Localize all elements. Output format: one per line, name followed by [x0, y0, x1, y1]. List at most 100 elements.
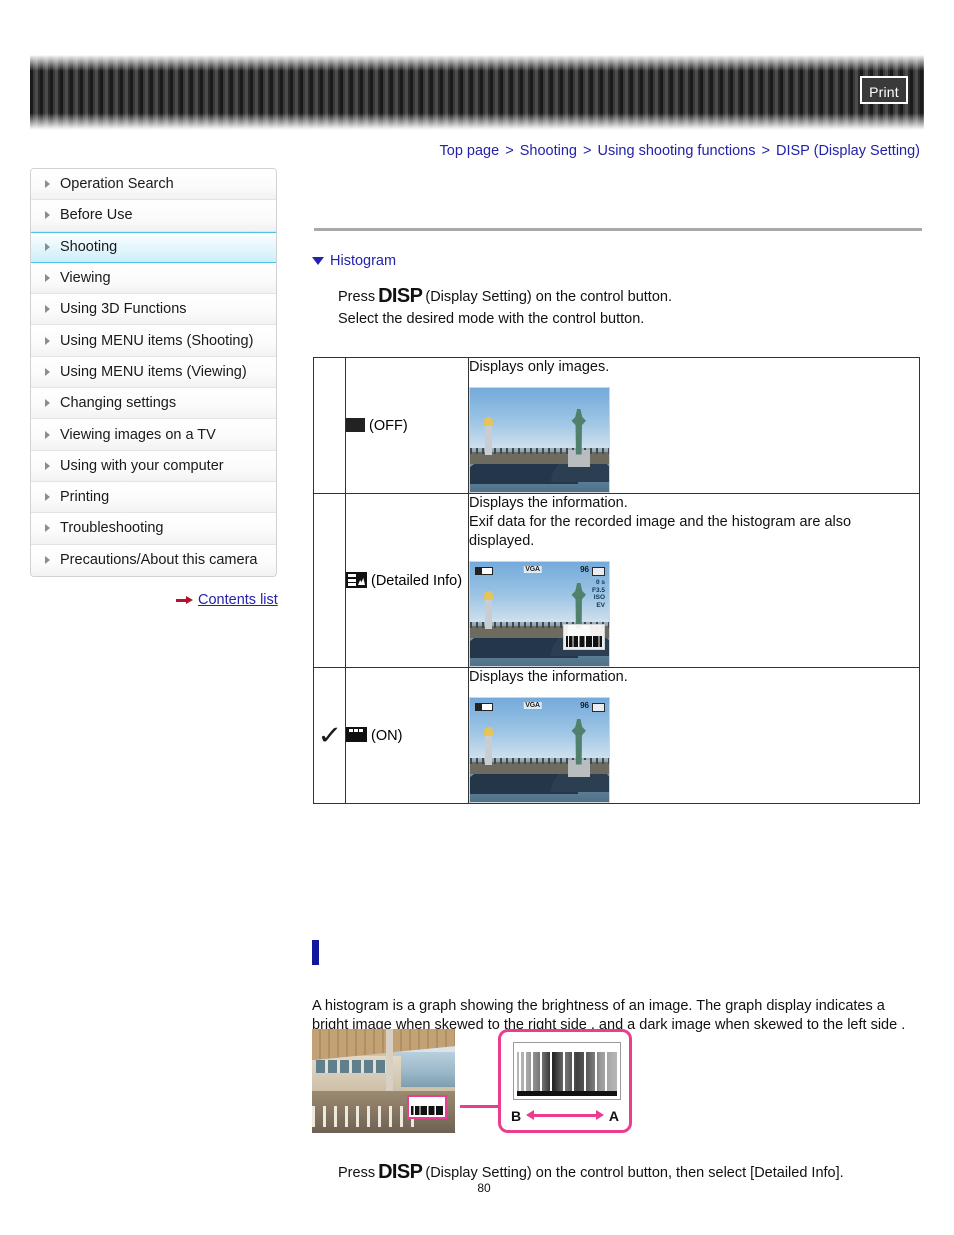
histogram-thumbnail	[407, 1095, 447, 1119]
chevron-right-icon	[45, 524, 50, 533]
row-description-line: displayed.	[469, 533, 535, 549]
row-description-cell: Displays only images.	[468, 357, 920, 494]
breadcrumb-item-shooting[interactable]: Shooting	[520, 143, 577, 159]
row-mode-label: (ON)	[371, 728, 403, 744]
chevron-right-icon	[45, 211, 50, 220]
preview-pillar	[484, 417, 494, 455]
row-mode-cell: (OFF)	[345, 357, 469, 494]
sidebar-navigation: Operation Search Before Use Shooting Vie…	[30, 168, 277, 577]
exif-data-label: 0 s F3.5 ISO EV	[591, 579, 605, 609]
image-size-label: VGA	[523, 566, 542, 573]
sidebar-item-viewing-images-on-a-tv[interactable]: Viewing images on a TV	[31, 419, 276, 451]
instruction-line-2: Select the desired mode with the control…	[338, 311, 644, 327]
chevron-right-icon	[45, 305, 50, 314]
sidebar-item-label: Using with your computer	[60, 457, 224, 474]
check-icon: ✓	[316, 720, 343, 750]
row-mode-label: (OFF)	[369, 417, 408, 434]
histogram-bars	[566, 631, 602, 647]
row-description-line: Exif data for the recorded image and the…	[469, 514, 852, 530]
row-mode-cell: (Detailed Info)	[345, 493, 469, 668]
row-selected-cell: ✓	[313, 667, 346, 804]
sidebar-item-label: Using MENU items (Viewing)	[60, 363, 247, 380]
memory-card-icon	[592, 703, 605, 712]
section-heading-label: Histogram	[330, 253, 397, 269]
axis-label-bright: A	[608, 1108, 619, 1124]
screen-off-icon	[346, 417, 365, 432]
display-modes-table: (OFF) Displays only images. (Detailed In…	[313, 357, 920, 804]
chevron-right-icon	[45, 461, 50, 470]
arrow-left-head	[526, 1110, 535, 1120]
chevron-right-icon	[45, 399, 50, 408]
sidebar-item-using-3d-functions[interactable]: Using 3D Functions	[31, 294, 276, 326]
row-selected-cell	[313, 357, 346, 494]
breadcrumb-separator: >	[761, 143, 770, 159]
memory-card-icon	[592, 567, 605, 576]
table-row[interactable]: (Detailed Info) Displays the information…	[313, 493, 920, 668]
instruction-prefix: Press	[338, 289, 376, 305]
row-description-cell: Displays the information. Exif data for …	[468, 493, 920, 668]
camera-screen-preview-detailed-info: VGA 96 0 s F3.5 ISO EV	[469, 561, 610, 667]
chevron-right-icon	[45, 430, 50, 439]
breadcrumb-item-top-page[interactable]: Top page	[440, 143, 500, 159]
row-description-line: Displays only images.	[469, 359, 610, 375]
sidebar-item-label: Precautions/About this camera	[60, 552, 258, 569]
sidebar-item-label: Shooting	[60, 239, 118, 256]
print-button[interactable]: Print	[860, 76, 908, 104]
sidebar-item-label: Using 3D Functions	[60, 301, 187, 318]
sidebar-item-using-menu-items-viewing[interactable]: Using MENU items (Viewing)	[31, 356, 276, 389]
table-row[interactable]: (OFF) Displays only images.	[313, 357, 920, 494]
sidebar-item-viewing[interactable]: Viewing	[31, 262, 276, 295]
chevron-right-icon	[45, 556, 50, 565]
breadcrumb: Top page > Shooting > Using shooting fun…	[440, 143, 921, 159]
double-arrow-icon	[526, 1110, 604, 1122]
contents-list-label: Contents list	[198, 592, 278, 608]
sidebar-item-before-use[interactable]: Before Use	[31, 200, 276, 232]
sidebar-item-label: Changing settings	[60, 395, 177, 412]
chevron-right-icon	[45, 243, 50, 252]
sidebar-item-shooting[interactable]: Shooting	[31, 231, 276, 263]
camera-screen-preview-on: VGA 96	[469, 697, 610, 803]
sidebar-item-printing[interactable]: Printing	[31, 481, 276, 514]
row-mode-cell: (ON)	[345, 667, 469, 804]
instruction-text: Select the desired mode with the control…	[338, 311, 645, 327]
sidebar-item-changing-settings[interactable]: Changing settings	[31, 388, 276, 420]
chevron-right-icon	[45, 367, 50, 376]
sidebar-item-label: Printing	[60, 489, 110, 506]
contents-list-link[interactable]: Contents list	[176, 592, 278, 608]
page-number: 80	[0, 1181, 954, 1195]
sidebar-item-operation-search[interactable]: Operation Search	[31, 169, 276, 201]
histogram-chart	[513, 1042, 621, 1100]
breadcrumb-item-using-shooting-functions[interactable]: Using shooting functions	[597, 143, 755, 159]
sidebar-item-label: Viewing images on a TV	[60, 426, 216, 443]
camera-screen-preview-off	[469, 387, 610, 493]
note-marker	[312, 940, 319, 965]
histogram-overlay	[563, 624, 605, 650]
sidebar-item-troubleshooting[interactable]: Troubleshooting	[31, 513, 276, 545]
chevron-right-icon	[45, 180, 50, 189]
footer-prefix: Press	[338, 1165, 376, 1181]
screen-detailed-info-icon	[346, 572, 367, 588]
section-heading-histogram[interactable]: Histogram	[312, 253, 396, 269]
instruction-line-1: Press DISP (Display Setting) on the cont…	[338, 284, 672, 307]
row-description-line: Displays the information.	[469, 669, 628, 685]
battery-icon	[475, 567, 493, 575]
photo-railing	[312, 1105, 421, 1127]
triangle-down-icon	[312, 257, 324, 265]
content-divider	[314, 228, 922, 231]
footer-instruction: Press DISP (Display Setting) on the cont…	[338, 1160, 844, 1183]
camera-hud-overlay: VGA 96 0 s F3.5 ISO EV	[470, 562, 609, 666]
chevron-right-icon	[45, 493, 50, 502]
breadcrumb-item-disp-display-setting[interactable]: DISP (Display Setting)	[776, 143, 920, 159]
row-description-line: Displays the information.	[469, 495, 628, 511]
sidebar-item-using-menu-items-shooting[interactable]: Using MENU items (Shooting)	[31, 325, 276, 357]
histogram-thumbnail-bars	[411, 1103, 443, 1115]
sample-photo	[312, 1029, 455, 1133]
sidebar-item-precautions-about-this-camera[interactable]: Precautions/About this camera	[31, 544, 276, 576]
image-size-label: VGA	[523, 702, 542, 709]
battery-icon	[475, 703, 493, 711]
photo-sea	[394, 1051, 455, 1088]
table-row[interactable]: ✓ (ON) Displays the information. VGA 96	[313, 667, 920, 804]
sidebar-item-using-with-your-computer[interactable]: Using with your computer	[31, 450, 276, 482]
arrow-right-icon	[176, 595, 193, 605]
chevron-right-icon	[45, 274, 50, 283]
